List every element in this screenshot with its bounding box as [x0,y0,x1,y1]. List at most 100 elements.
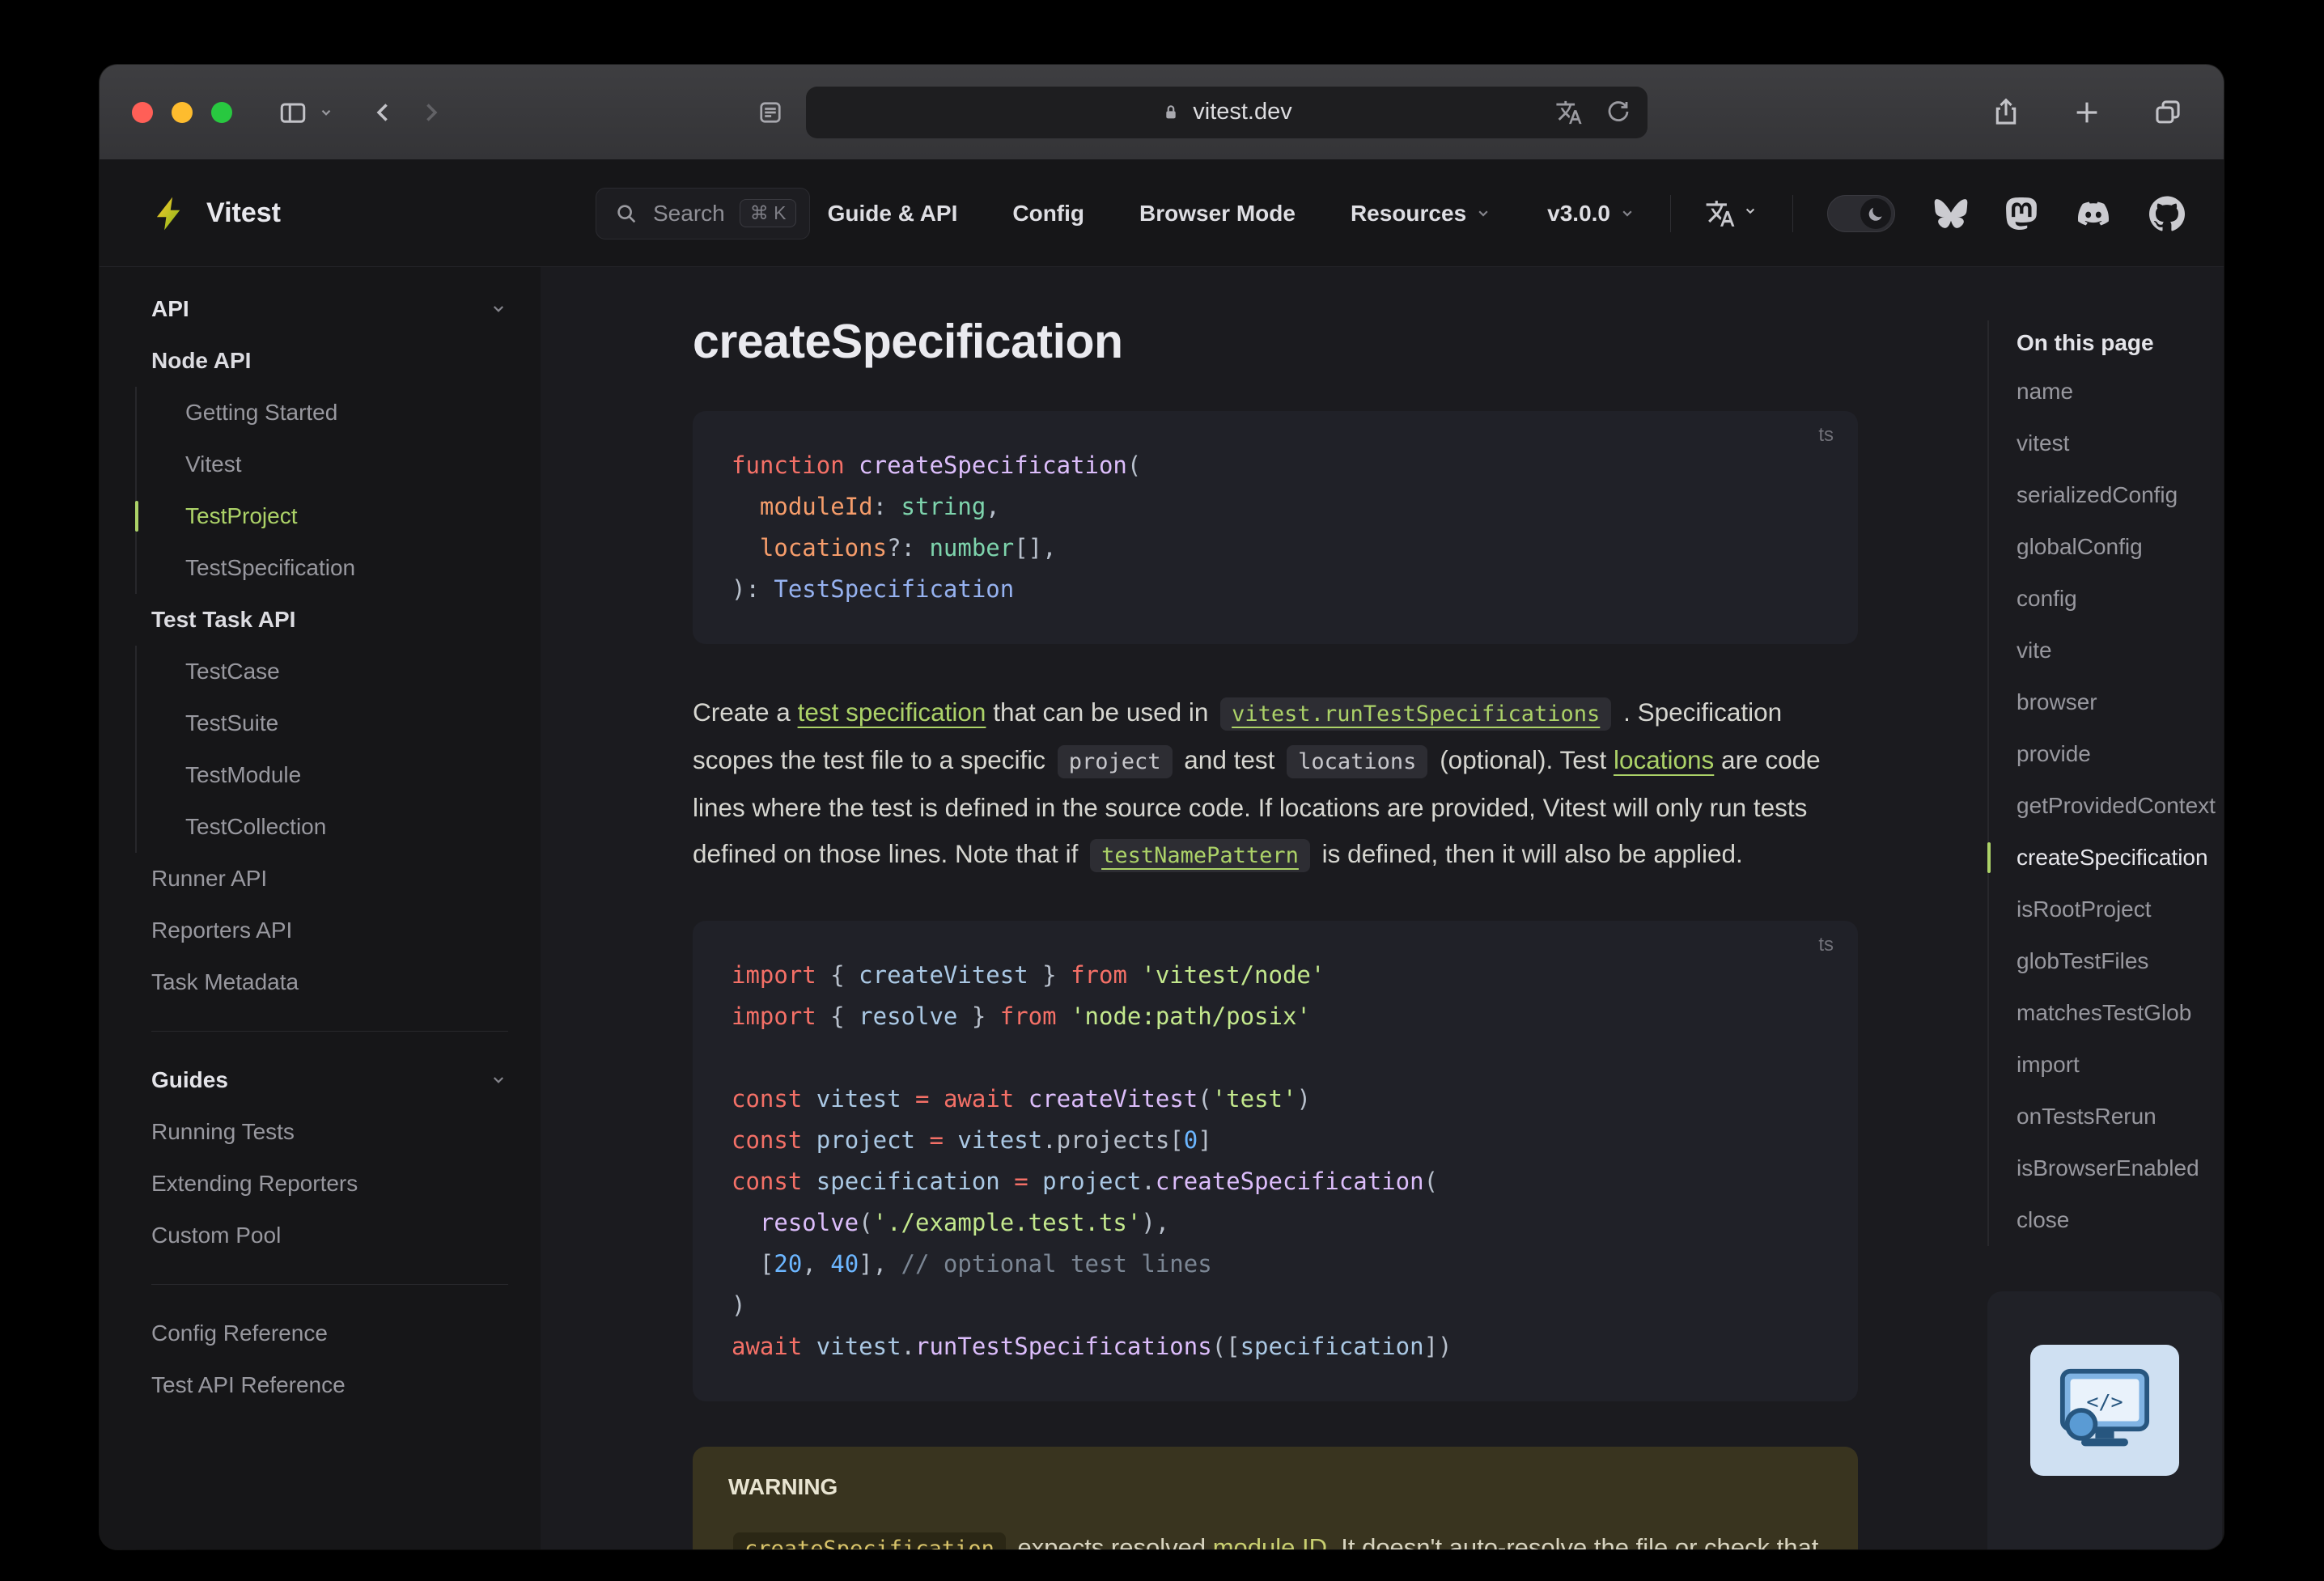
sidebar-divider [151,1031,508,1032]
sidebar-item-testproject[interactable]: TestProject [135,490,508,542]
outline-item-getprovidedcontext[interactable]: getProvidedContext [2017,780,2224,832]
sidebar-item-getting-started[interactable]: Getting Started [185,387,508,439]
theme-toggle[interactable] [1827,194,1895,232]
outline-title: On this page [2017,330,2154,355]
navbar-items: Guide & API Config Browser Mode Resource… [828,194,2185,232]
nav-menu-version[interactable]: v3.0.0 [1547,201,1636,227]
inline-code-testnamepattern[interactable]: testNamePattern [1090,839,1310,872]
bluesky-link[interactable] [1934,198,1968,229]
outline-item-isbrowserenabled[interactable]: isBrowserEnabled [2017,1142,2224,1194]
tab-group-chevron-button[interactable] [316,103,344,122]
sidebar-item-config-reference[interactable]: Config Reference [151,1308,508,1359]
sidebar-item-node-api[interactable]: Node API [151,335,508,387]
forward-button[interactable] [407,89,454,136]
sidebar-item-task-metadata[interactable]: Task Metadata [151,956,508,1008]
inline-link-locations[interactable]: locations [1614,745,1714,774]
url-text: vitest.dev [1193,99,1292,125]
sponsor-card[interactable]: </> [1987,1291,2222,1549]
sidebar-divider [151,1284,508,1285]
outline-item-globalconfig[interactable]: globalConfig [2017,521,2224,573]
outline-aside: On this page name vitest serializedConfig g… [1987,267,2224,1549]
outline-item-vite[interactable]: vite [2017,625,2224,676]
outline-item-matchestestglob[interactable]: matchesTestGlob [2017,987,2224,1039]
share-icon [1995,97,2017,125]
sidebar-subgroup: TestCase TestSuite TestModule TestCollectio… [135,646,508,853]
outline-item-ontestsrerun[interactable]: onTestsRerun [2017,1091,2224,1142]
sidebar-item-extending-reporters[interactable]: Extending Reporters [151,1158,508,1210]
doc-paragraph: Create a test specification that can be … [693,689,1858,879]
sidebar-item-testmodule[interactable]: TestModule [185,749,508,801]
inline-link-module-id[interactable]: module ID [1213,1533,1327,1549]
share-button[interactable] [1983,89,2029,136]
zoom-window-button[interactable] [211,101,232,123]
language-menu[interactable] [1705,198,1758,229]
search-icon [614,201,638,226]
sidebar-item-custom-pool[interactable]: Custom Pool [151,1210,508,1261]
reload-icon[interactable] [1605,99,1631,125]
nav-menu-resources[interactable]: Resources [1351,201,1492,227]
github-link[interactable] [2149,196,2185,231]
translate-icon[interactable] [1555,99,1583,126]
code-lines: import { createVitest } from 'vitest/nod… [732,961,1452,1360]
page-title: createSpecification [693,315,1123,368]
address-bar[interactable]: vitest.dev [805,86,1648,138]
moon-icon [1868,207,1882,221]
warning-text: createSpecification expects resolved mod… [728,1524,1822,1549]
back-button[interactable] [360,89,407,136]
outline-item-import[interactable]: import [2017,1039,2224,1091]
outline-item-config[interactable]: config [2017,573,2224,625]
close-window-button[interactable] [132,101,153,123]
sidebar-item-running-tests[interactable]: Running Tests [151,1106,508,1158]
discord-link[interactable] [2075,198,2112,229]
sidebar-section-api[interactable]: API [151,283,508,335]
sidebar-item-testsuite[interactable]: TestSuite [185,697,508,749]
outline-item-close[interactable]: close [2017,1194,2224,1246]
nav-link-guide-api[interactable]: Guide & API [828,201,958,227]
bluesky-icon [1934,198,1968,228]
outline-item-createspecification[interactable]: createSpecification [1987,832,2224,884]
logo[interactable]: Vitest [100,160,541,267]
outline-item-globtestfiles[interactable]: globTestFiles [2017,935,2224,987]
outline-item-isrootproject[interactable]: isRootProject [2017,884,2224,935]
nav-menu-version-label: v3.0.0 [1547,200,1610,226]
sidebar-item-testcollection[interactable]: TestCollection [185,801,508,853]
outline-item-vitest[interactable]: vitest [2017,418,2224,469]
page: Vitest API Node API Getting Started Vitest T… [100,160,2224,1549]
sidebar-item-testspecification[interactable]: TestSpecification [185,542,508,594]
nav-link-config[interactable]: Config [1012,201,1084,227]
outline-item-serializedconfig[interactable]: serializedConfig [2017,469,2224,521]
outline-item-browser[interactable]: browser [2017,676,2224,728]
chevron-down-icon [321,109,331,116]
page-settings-button[interactable] [756,98,785,127]
lock-icon [1160,102,1181,123]
sidebar-item-reporters-api[interactable]: Reporters API [151,905,508,956]
outline-item-name[interactable]: name [2017,366,2224,418]
nav-menu-resources-label: Resources [1350,200,1467,226]
outline-item-provide[interactable]: provide [2017,728,2224,780]
sidebar-toggle-button[interactable] [269,89,316,136]
code-block-example: ts import { createVitest } from 'vitest/… [693,921,1858,1401]
nav-link-browser-mode[interactable]: Browser Mode [1139,201,1296,227]
chevron-down-icon [1474,205,1492,223]
sidebar-item-test-task-api[interactable]: Test Task API [151,594,508,646]
inline-link-test-specification[interactable]: test specification [798,697,986,727]
sidebar-section-guides[interactable]: Guides [151,1054,508,1106]
sidebar-item-vitest[interactable]: Vitest [185,439,508,490]
new-tab-button[interactable] [2063,89,2110,136]
sidebar-item-runner-api[interactable]: Runner API [151,853,508,905]
mastodon-icon [2006,197,2037,230]
search-button[interactable]: Search ⌘ K [596,187,811,239]
sidebar-item-test-api-reference[interactable]: Test API Reference [151,1359,508,1411]
url-zone: vitest.dev [454,86,1949,138]
tab-overview-button[interactable] [2144,89,2191,136]
discord-icon [2077,201,2110,225]
inline-code-vitest-runtestspecifications[interactable]: vitest.runTestSpecifications [1220,697,1612,731]
forward-arrow-icon [426,103,438,121]
code-lines: function createSpecification( moduleId: … [732,451,1142,603]
sidebar-item-testcase[interactable]: TestCase [185,646,508,697]
navbar-separator [1670,194,1671,232]
vitest-logo-icon [156,197,180,230]
chevron-down-icon [493,1077,504,1083]
minimize-window-button[interactable] [172,101,193,123]
mastodon-link[interactable] [2005,197,2038,231]
